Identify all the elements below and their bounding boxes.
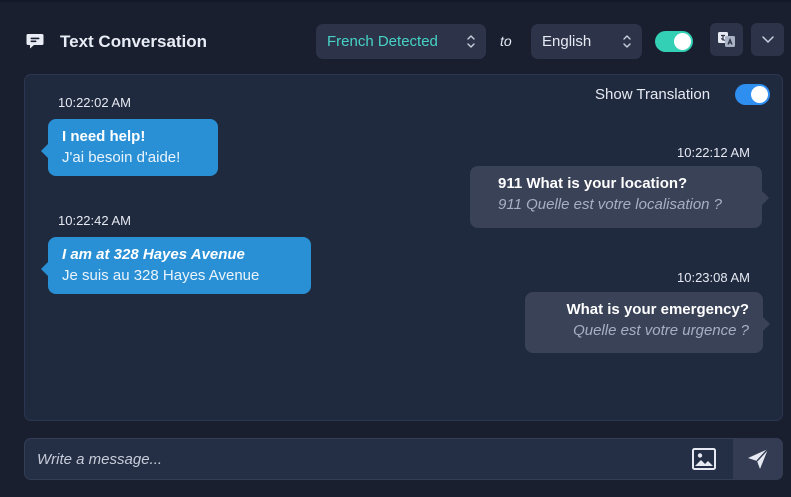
message-original: What is your emergency?: [566, 301, 749, 318]
toggle-knob: [674, 33, 691, 50]
show-translation-toggle[interactable]: [735, 84, 770, 105]
target-language-select[interactable]: English: [531, 24, 642, 59]
chevron-up-down-icon: [467, 35, 475, 48]
outgoing-message: What is your emergency? Quelle est votre…: [525, 292, 770, 353]
message-timestamp: 10:22:12 AM: [677, 145, 750, 160]
page-title: Text Conversation: [60, 32, 208, 51]
message-translation: Je suis au 328 Hayes Avenue: [62, 267, 260, 284]
translate-icon: [718, 32, 735, 47]
translate-button[interactable]: [710, 23, 743, 56]
header: Text Conversation French Detected to Eng…: [0, 0, 791, 74]
message-translation: 911 Quelle est votre localisation ?: [498, 196, 723, 213]
message-composer: [24, 438, 783, 480]
incoming-message: I am at 328 Hayes Avenue Je suis au 328 …: [41, 237, 311, 294]
auto-translate-toggle[interactable]: [655, 31, 693, 52]
outgoing-message: 911 What is your location? 911 Quelle es…: [470, 166, 769, 228]
chevron-up-down-icon: [623, 35, 631, 48]
target-language-value: English: [542, 33, 592, 50]
message-input[interactable]: [37, 439, 677, 479]
source-language-select[interactable]: French Detected: [316, 24, 486, 59]
more-options-button[interactable]: [751, 23, 784, 56]
send-icon: [748, 448, 769, 469]
message-timestamp: 10:22:42 AM: [58, 213, 131, 228]
incoming-message: I need help! J'ai besoin d'aide!: [41, 119, 218, 176]
show-translation-label: Show Translation: [595, 86, 711, 103]
image-icon[interactable]: [692, 448, 716, 470]
message-translation: Quelle est votre urgence ?: [573, 322, 749, 339]
message-timestamp: 10:23:08 AM: [677, 270, 750, 285]
chat-bubble-icon: [26, 34, 44, 49]
message-original: I am at 328 Hayes Avenue: [62, 246, 245, 263]
message-original: 911 What is your location?: [498, 175, 688, 192]
send-button[interactable]: [733, 438, 783, 480]
source-language-value: French Detected: [327, 33, 438, 50]
chevron-down-icon: [761, 36, 774, 43]
message-translation: J'ai besoin d'aide!: [62, 149, 181, 166]
to-label: to: [500, 33, 512, 49]
message-timestamp: 10:22:02 AM: [58, 95, 131, 110]
toggle-knob: [751, 86, 768, 103]
message-original: I need help!: [62, 128, 146, 145]
